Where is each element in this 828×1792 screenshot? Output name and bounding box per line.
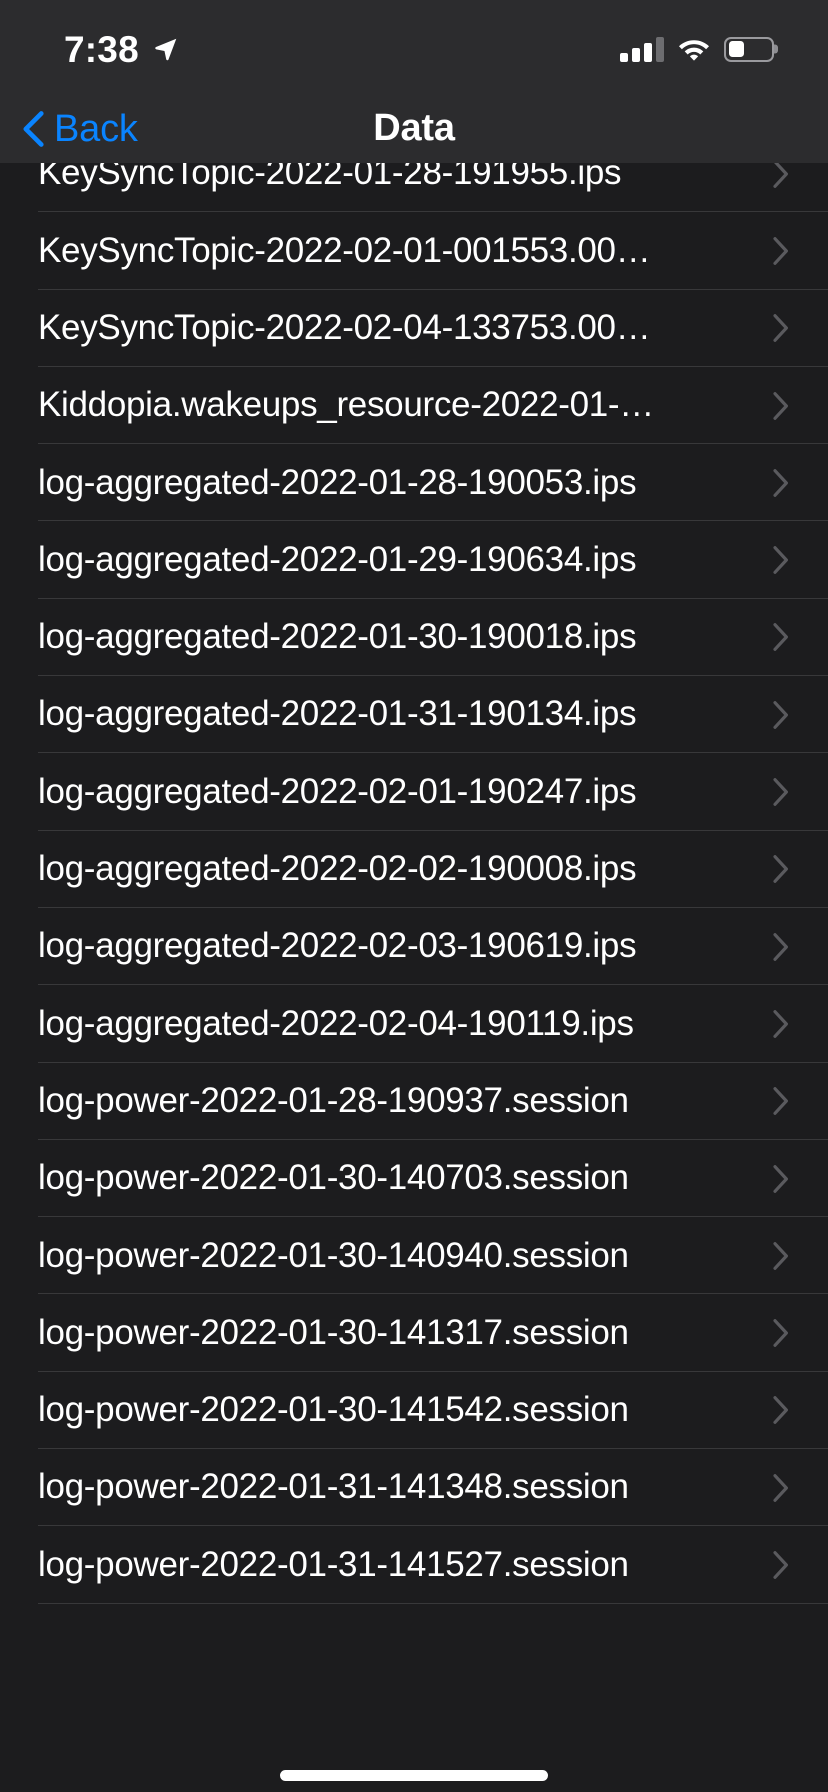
list-item[interactable]: log-power-2022-01-30-140940.session — [0, 1217, 828, 1295]
page-title: Data — [373, 107, 455, 149]
status-bar-clock: 7:38 — [64, 28, 139, 70]
chevron-right-icon — [773, 391, 788, 420]
chevron-right-icon — [773, 314, 788, 343]
chevron-right-icon — [773, 778, 788, 806]
wifi-icon — [679, 40, 709, 61]
list-item[interactable]: log-aggregated-2022-02-02-190008.ips — [0, 830, 828, 908]
list-item[interactable]: log-power-2022-01-30-140703.session — [0, 1139, 828, 1218]
chevron-right-icon — [773, 1241, 788, 1270]
list-item[interactable]: log-power-2022-01-30-141317.session — [0, 1294, 828, 1372]
list-item-label: log-aggregated-2022-01-30-190018.ips — [38, 618, 637, 657]
status-bar-right — [620, 32, 774, 62]
chevron-right-icon — [773, 1396, 788, 1425]
chevron-right-icon — [773, 855, 788, 884]
list-item[interactable]: log-power-2022-01-31-141348.session — [0, 1449, 828, 1527]
chevron-right-icon — [773, 1087, 788, 1116]
list-item[interactable]: KeySyncTopic-2022-02-01-001553.000.ips — [0, 212, 828, 290]
list-item[interactable]: Kiddopia.wakeups_resource-2022-01-30-07.… — [0, 366, 828, 445]
list-item[interactable]: log-power-2022-01-31-141527.session — [0, 1526, 828, 1604]
chevron-right-icon — [773, 1473, 788, 1502]
status-bar: 7:38 — [0, 0, 828, 94]
phone-screen: 7:38 Back Data KeySyncTopic-2022-01-28-1… — [0, 0, 828, 1792]
list-item-label: log-aggregated-2022-01-29-190634.ips — [38, 540, 637, 579]
chevron-right-icon — [773, 1164, 788, 1193]
list-item-label: log-power-2022-01-30-141317.session — [38, 1313, 629, 1352]
chevron-right-icon — [773, 237, 788, 265]
list-item[interactable]: log-aggregated-2022-02-01-190247.ips — [0, 753, 828, 831]
list-item[interactable]: log-aggregated-2022-01-28-190053.ips — [0, 444, 828, 522]
list-item-label: log-power-2022-01-30-140940.session — [38, 1236, 629, 1275]
navigation-bar: Back Data — [0, 94, 828, 163]
list-item[interactable]: log-aggregated-2022-02-04-190119.ips — [0, 985, 828, 1063]
chevron-right-icon — [773, 163, 788, 188]
list-item[interactable]: log-aggregated-2022-01-29-190634.ips — [0, 521, 828, 599]
chevron-right-icon — [773, 623, 788, 652]
list-item-label: log-aggregated-2022-02-01-190247.ips — [38, 772, 637, 811]
list-item-label: log-aggregated-2022-01-31-190134.ips — [38, 695, 637, 734]
battery-icon — [724, 36, 774, 62]
cellular-signal-icon — [620, 36, 664, 62]
chevron-right-icon — [773, 1010, 788, 1038]
chevron-right-icon — [773, 932, 788, 961]
list-item-label: log-power-2022-01-30-141542.session — [38, 1391, 629, 1430]
home-indicator[interactable] — [280, 1770, 548, 1781]
list-item[interactable]: log-aggregated-2022-02-03-190619.ips — [0, 907, 828, 986]
file-list-content: KeySyncTopic-2022-01-28-191955.ips KeySyn… — [0, 163, 828, 1604]
status-bar-left: 7:38 — [64, 27, 179, 68]
list-separator — [38, 1602, 828, 1604]
list-item[interactable]: log-aggregated-2022-01-30-190018.ips — [0, 598, 828, 677]
chevron-right-icon — [773, 700, 788, 729]
list-item-label: KeySyncTopic-2022-02-04-133753.000.ips — [38, 308, 658, 347]
list-item-label: KeySyncTopic-2022-01-28-191955.ips — [38, 163, 622, 193]
list-item-label: log-power-2022-01-30-140703.session — [38, 1159, 629, 1198]
list-item-label: log-aggregated-2022-02-04-190119.ips — [38, 1004, 634, 1043]
list-item-label: log-aggregated-2022-01-28-190053.ips — [38, 463, 637, 502]
chevron-right-icon — [773, 546, 788, 574]
list-item-label: KeySyncTopic-2022-02-01-001553.000.ips — [38, 231, 658, 270]
chevron-right-icon — [773, 1551, 788, 1579]
list-item[interactable]: log-power-2022-01-30-141542.session — [0, 1371, 828, 1450]
file-list[interactable]: KeySyncTopic-2022-01-28-191955.ips KeySyn… — [0, 163, 828, 1792]
location-arrow-icon — [155, 38, 177, 61]
list-item-label: log-power-2022-01-31-141348.session — [38, 1468, 629, 1507]
list-item[interactable]: KeySyncTopic-2022-02-04-133753.000.ips — [0, 289, 828, 367]
list-item-label: log-power-2022-01-28-190937.session — [38, 1081, 629, 1120]
list-item-label: log-power-2022-01-31-141527.session — [38, 1545, 629, 1584]
list-item[interactable]: KeySyncTopic-2022-01-28-191955.ips — [0, 163, 828, 213]
list-item[interactable]: log-aggregated-2022-01-31-190134.ips — [0, 676, 828, 754]
list-item[interactable]: log-power-2022-01-28-190937.session — [0, 1062, 828, 1140]
list-item-label: Kiddopia.wakeups_resource-2022-01-30-07.… — [38, 386, 658, 425]
chevron-right-icon — [773, 468, 788, 497]
chevron-right-icon — [773, 1319, 788, 1347]
list-item-label: log-aggregated-2022-02-02-190008.ips — [38, 850, 637, 889]
list-item-label: log-aggregated-2022-02-03-190619.ips — [38, 927, 637, 966]
